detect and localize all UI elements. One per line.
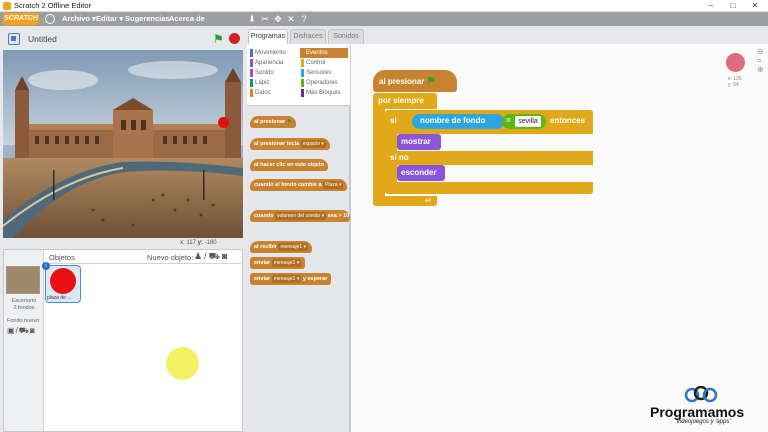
scratch-app-icon [3, 2, 11, 10]
menu-acerca-de[interactable]: Acerca de [169, 14, 205, 23]
minimize-button[interactable]: – [700, 0, 722, 12]
script-block-hide[interactable]: esconder [397, 165, 445, 181]
palette-block-when-loudness[interactable]: cuando volumen del sonido ▾ sea > 10 [250, 210, 350, 222]
help-icon[interactable]: ? [298, 13, 310, 25]
menu-sugerencias[interactable]: Sugerencias [125, 14, 170, 23]
if-then-label: entonces [550, 116, 586, 125]
green-flag-icon[interactable]: ⚑ [213, 33, 225, 45]
script-block-backdrop-name[interactable]: nombre de fondo [412, 114, 504, 129]
category-movimiento[interactable]: Movimiento [249, 48, 297, 58]
new-backdrop-label: Fondo nuevo: [7, 318, 41, 324]
info-icon[interactable]: i [42, 262, 50, 270]
sprite-name: plaza de ... [47, 295, 72, 301]
programamos-logo [684, 386, 718, 403]
cut-icon[interactable]: ✂ [259, 13, 271, 25]
menu-archivo[interactable]: Archivo ▾ [62, 14, 96, 23]
presentation-mode-icon[interactable] [8, 33, 20, 45]
equals-value-input[interactable]: sevilla [515, 116, 541, 127]
if-arm [385, 134, 397, 152]
category-apariencia[interactable]: Apariencia [249, 58, 297, 68]
stage-column: Escenario 2 fondos Fondo nuevo: ▣/⛟◙ [4, 250, 44, 431]
script-block-when-flag-clicked[interactable]: al presionar ⚑ [373, 70, 457, 92]
new-sprite-tools: ♟/⛟◙ [194, 251, 229, 263]
mouse-cursor-highlight [166, 347, 199, 380]
script-block-forever[interactable]: por siempre [373, 93, 437, 109]
tab-sonidos[interactable]: Sonidos [328, 29, 364, 44]
palette-block-when-flag-clicked[interactable]: al presionar ⚑ [250, 116, 296, 128]
green-flag-icon: ⚑ [286, 119, 292, 125]
maximize-button[interactable]: □ [722, 0, 744, 12]
grow-icon[interactable]: ✥ [272, 13, 284, 25]
watermark-brand: Programamos [650, 404, 745, 420]
script-zoom-controls[interactable]: ⊖ = ⊕ [757, 47, 768, 74]
backdrop-library-icon[interactable]: ▣ [7, 326, 16, 335]
sprite-camera-icon[interactable]: ◙ [222, 251, 229, 261]
sprite-position-readout: x: 135 y: 64 [728, 76, 742, 88]
backdrop-upload-icon[interactable]: ⛟ [19, 326, 30, 335]
stage-thumbnail[interactable] [6, 266, 40, 294]
new-backdrop-tools: ▣/⛟◙ [7, 326, 36, 336]
sprites-panel: Escenario 2 fondos Fondo nuevo: ▣/⛟◙ Obj… [3, 249, 243, 432]
category-control[interactable]: Control [300, 58, 348, 68]
duplicate-stamp-icon[interactable]: ⬇ [246, 13, 258, 25]
scratch-logo[interactable]: SCRATCH [3, 13, 39, 25]
if-else-bottom [385, 182, 593, 194]
palette-block-broadcast-and-wait[interactable]: enviar mensaje1 ▾ y esperar [250, 273, 332, 285]
menu-editar[interactable]: Editar ▾ [96, 14, 123, 23]
else-section: si no [385, 151, 593, 165]
objetos-label: Objetos [49, 253, 75, 262]
current-sprite-preview [726, 53, 745, 72]
mouse-x-label: x: [180, 240, 185, 246]
category-eventos[interactable]: Eventos [300, 48, 348, 58]
stage-header: Untitled ⚑ [0, 28, 247, 50]
project-title[interactable]: Untitled [28, 34, 57, 44]
stop-icon[interactable] [229, 33, 240, 44]
shrink-icon[interactable]: ✕ [285, 13, 297, 25]
tab-programas[interactable]: Programas [248, 29, 288, 44]
category-lapiz[interactable]: Lápiz [249, 78, 297, 88]
mouse-coordinates: x: 117 y: -180 [180, 240, 217, 246]
sprite-upload-icon[interactable]: ⛟ [209, 251, 222, 261]
palette-block-broadcast[interactable]: enviar mensaje1 ▾ [250, 257, 306, 269]
mouse-y-value: -180 [204, 240, 217, 246]
category-selector: Movimiento Apariencia Sonido Lápiz Datos… [247, 44, 350, 106]
category-operadores[interactable]: Operadores [300, 78, 348, 88]
mouse-x-value: 117 [186, 240, 196, 246]
backdrop-plaza-de-espana [3, 50, 243, 238]
palette-block-when-backdrop-switches[interactable]: cuando el fondo cambie a Plaza ▾ [250, 179, 348, 191]
sprite-thumbnail[interactable]: i plaza de ... [42, 262, 81, 303]
tab-disfraces[interactable]: Disfraces [290, 29, 326, 44]
script-block-show[interactable]: mostrar [397, 134, 441, 150]
palette-block-when-receive[interactable]: al recibir mensaje1 ▾ [250, 241, 313, 253]
watermark-tagline: Videojuegos y 'apps' [676, 419, 731, 425]
else-arm [385, 165, 397, 183]
category-datos[interactable]: Datos [249, 88, 297, 98]
loop-arrow-icon: ↵ [425, 196, 432, 205]
stage[interactable] [3, 50, 243, 238]
category-sensores[interactable]: Sensores [300, 68, 348, 78]
window-title: Scratch 2 Offline Editor [14, 1, 91, 10]
new-sprite-label: Nuevo objeto: [147, 253, 194, 262]
palette-block-when-key-pressed[interactable]: al presionar tecla espacio ▾ [250, 138, 330, 150]
sprite-library-icon[interactable]: ♟ [194, 251, 204, 261]
stage-backdrop-count: 2 fondos [13, 305, 35, 311]
forever-arm [373, 108, 385, 196]
backdrop-camera-icon[interactable]: ◙ [30, 326, 36, 335]
category-mas-bloques[interactable]: Más Bloques [300, 88, 348, 98]
sprite-red-circle[interactable] [218, 117, 229, 128]
stage-label-name: Escenario [11, 298, 37, 304]
mouse-y-label: y: [197, 240, 203, 246]
palette-block-when-sprite-clicked[interactable]: al hacer clic en este objeto [250, 159, 329, 171]
category-sonido[interactable]: Sonido [249, 68, 297, 78]
language-globe-icon[interactable] [45, 14, 55, 24]
close-button[interactable]: ✕ [744, 0, 766, 12]
menubar: SCRATCH Archivo ▾ Editar ▾ Sugerencias A… [0, 12, 768, 26]
green-flag-icon: ⚑ [426, 76, 436, 87]
sprite-y-readout: y: 64 [728, 82, 739, 88]
window-titlebar: Scratch 2 Offline Editor – □ ✕ [0, 0, 768, 12]
sprite-costume-preview [50, 268, 76, 294]
stage-label: Escenario 2 fondos [4, 298, 44, 312]
